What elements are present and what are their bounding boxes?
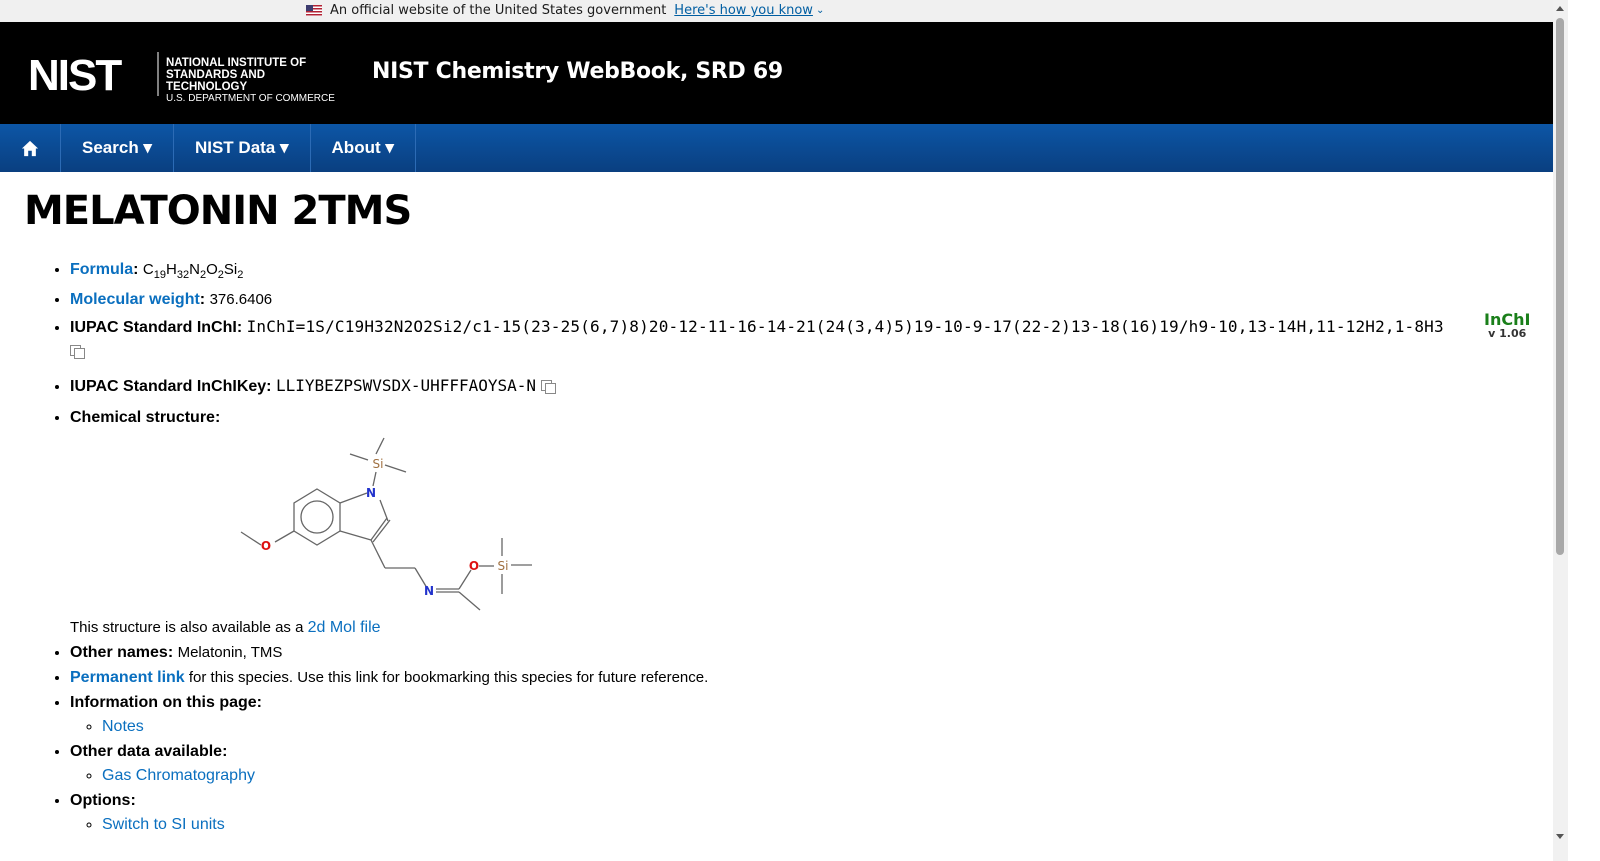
other-names-value: Melatonin, TMS xyxy=(177,644,283,661)
other-data-item: Other data available: Gas Chromatography xyxy=(70,740,1550,788)
page-title: MELATONIN 2TMS xyxy=(24,188,412,234)
list-item: Gas Chromatography xyxy=(102,764,1550,788)
list-item: Notes xyxy=(102,715,1550,739)
copy-inchi-icon[interactable] xyxy=(70,344,86,359)
switch-si-units-link[interactable]: Switch to SI units xyxy=(102,816,225,833)
other-names-item: Other names: Melatonin, TMS xyxy=(70,641,1550,665)
nist-logo[interactable]: NIST NATIONAL INSTITUTE OF STANDARDS AND… xyxy=(28,51,348,104)
site-header: NIST NATIONAL INSTITUTE OF STANDARDS AND… xyxy=(0,22,1553,124)
options-label: Options: xyxy=(70,792,136,809)
structure-label: Chemical structure: xyxy=(70,409,221,426)
mol-file-link[interactable]: 2d Mol file xyxy=(308,619,381,636)
logo-line-1: NATIONAL INSTITUTE OF xyxy=(166,57,307,69)
formula-item: Formula: C19H32N2O2Si2 xyxy=(70,258,1550,287)
atom-si-1: Si xyxy=(373,457,384,471)
gas-chromatography-link[interactable]: Gas Chromatography xyxy=(102,767,255,784)
logo-line-2: STANDARDS AND TECHNOLOGY xyxy=(166,69,266,93)
scrollbar-thumb[interactable] xyxy=(1556,18,1564,555)
inchi-item: IUPAC Standard InChI: InChI=1S/C19H32N2O… xyxy=(70,315,1550,364)
copy-inchikey-icon[interactable] xyxy=(540,379,557,394)
main-content: Formula: C19H32N2O2Si2 Molecular weight:… xyxy=(0,258,1550,838)
gov-banner-text: An official website of the United States… xyxy=(330,3,667,18)
inchikey-value[interactable]: LLIYBEZPSWVSDX-UHFFFAOYSA-N xyxy=(276,376,536,395)
other-data-label: Other data available: xyxy=(70,743,228,760)
logo-line-3: U.S. DEPARTMENT OF COMMERCE xyxy=(166,93,335,104)
molecular-weight-value: 376.6406 xyxy=(209,291,273,308)
inchi-value[interactable]: InChI=1S/C19H32N2O2Si2/c1-15(23-25(6,7)8… xyxy=(247,317,1444,336)
atom-o-2: O xyxy=(469,559,479,573)
structure-item: Chemical structure: xyxy=(70,406,1550,640)
atom-o-1: O xyxy=(261,539,271,553)
chevron-down-icon[interactable]: ⌄ xyxy=(816,5,824,16)
formula-link[interactable]: Formula xyxy=(70,261,133,278)
formula-value: C19H32N2O2Si2 xyxy=(142,261,244,281)
molecular-weight-link[interactable]: Molecular weight xyxy=(70,291,200,308)
atom-si-2: Si xyxy=(498,559,509,573)
scroll-down-icon[interactable] xyxy=(1556,834,1564,839)
mol-file-prefix: This structure is also available as a xyxy=(70,619,308,636)
svg-text:NIST: NIST xyxy=(28,52,122,96)
us-flag-icon xyxy=(306,5,322,16)
nav-home[interactable] xyxy=(0,124,61,172)
vertical-scrollbar[interactable] xyxy=(1553,0,1568,861)
atom-n-2: N xyxy=(424,584,434,598)
molecular-weight-item: Molecular weight: 376.6406 xyxy=(70,288,1550,312)
species-info-list: Formula: C19H32N2O2Si2 Molecular weight:… xyxy=(0,258,1550,837)
chemical-structure-image: Si N O N O Si xyxy=(240,437,532,611)
nav-about[interactable]: About ▾ xyxy=(311,124,416,172)
atom-n-1: N xyxy=(366,486,376,500)
notes-link[interactable]: Notes xyxy=(102,718,144,735)
inchi-label: IUPAC Standard InChI: xyxy=(70,319,243,336)
nav-nist-data[interactable]: NIST Data ▾ xyxy=(174,124,311,172)
how-you-know-link[interactable]: Here's how you know xyxy=(674,3,813,18)
nav-search[interactable]: Search ▾ xyxy=(61,124,174,172)
inchikey-label: IUPAC Standard InChIKey: xyxy=(70,378,272,395)
options-item: Options: Switch to SI units xyxy=(70,789,1550,837)
home-icon[interactable] xyxy=(21,139,39,158)
gov-banner: An official website of the United States… xyxy=(0,0,1553,22)
scroll-up-icon[interactable] xyxy=(1556,6,1564,11)
list-item: Switch to SI units xyxy=(102,813,1550,837)
other-names-label: Other names: xyxy=(70,644,174,661)
info-on-page-item: Information on this page: Notes xyxy=(70,691,1550,739)
info-on-page-label: Information on this page: xyxy=(70,694,262,711)
main-nav: Search ▾ NIST Data ▾ About ▾ xyxy=(0,124,1553,172)
inchikey-item: IUPAC Standard InChIKey: LLIYBEZPSWVSDX-… xyxy=(70,374,1550,399)
permalink-item: Permanent link for this species. Use thi… xyxy=(70,666,1550,690)
site-title[interactable]: NIST Chemistry WebBook, SRD 69 xyxy=(372,59,783,84)
permalink-text: for this species. Use this link for book… xyxy=(184,669,709,686)
permanent-link[interactable]: Permanent link xyxy=(70,669,185,686)
